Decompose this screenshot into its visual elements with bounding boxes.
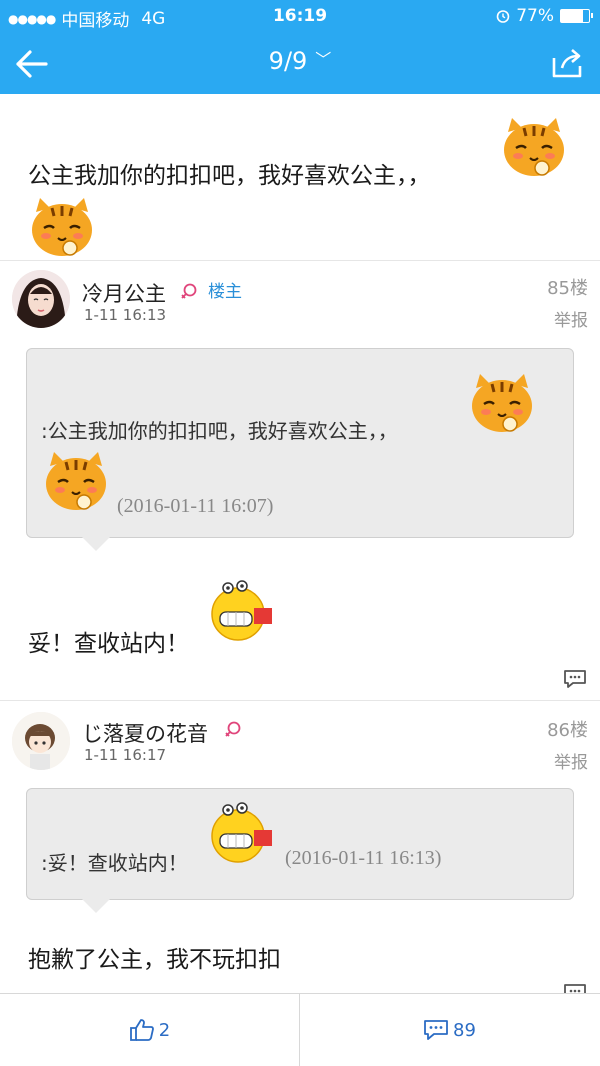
host-badge: 楼主 (208, 282, 242, 302)
share-icon[interactable] (548, 44, 586, 82)
post-time: 1-11 16:17 (84, 746, 167, 764)
reply-comment-icon[interactable] (562, 668, 588, 690)
tiger-emoji-icon (504, 118, 564, 176)
post-text: 公主我加你的扣扣吧，我好喜欢公主，， (28, 163, 431, 189)
quote-text: :妥！查收站内！ (41, 851, 188, 875)
avatar-image (12, 270, 70, 328)
thumbs-up-icon (129, 1019, 154, 1041)
avatar[interactable] (12, 712, 70, 770)
post-text: 抱歉了公主，我不玩扣扣 (28, 947, 281, 973)
comment-count: 89 (453, 1019, 476, 1041)
battery-percent: 77% (516, 6, 554, 26)
female-gender-icon (225, 721, 241, 737)
quote-tail (82, 899, 110, 913)
username[interactable]: 冷月公主 (82, 278, 166, 308)
tiger-emoji-icon (32, 198, 92, 256)
report-link[interactable]: 举报 (554, 748, 588, 773)
tiger-emoji-icon (472, 374, 532, 432)
comment-button[interactable]: 89 (300, 994, 599, 1066)
battery-icon (560, 9, 593, 23)
comment-icon (424, 1020, 448, 1040)
thread-content: 公主我加你的扣扣吧，我好喜欢公主，， 冷月公主 楼主 1-11 16:13 85… (0, 94, 600, 994)
username[interactable]: じ落夏の花音 (82, 718, 208, 748)
post-time: 1-11 16:13 (84, 306, 167, 324)
quote-text: :公主我加你的扣扣吧，我好喜欢公主，， (41, 419, 398, 443)
divider (0, 700, 600, 701)
tiger-emoji-icon (46, 452, 106, 510)
avatar[interactable] (12, 270, 70, 328)
alarm-icon (496, 10, 510, 23)
floor-number: 85楼 (547, 278, 588, 299)
status-right: 77% (496, 6, 593, 26)
nav-bar: 9/9 ﹀ (0, 32, 600, 94)
page-indicator[interactable]: 9/9 ﹀ (0, 46, 600, 75)
quote-date: (2016-01-11 16:13) (285, 847, 442, 869)
floor-number: 86楼 (547, 720, 588, 741)
battery-fill (561, 10, 583, 22)
grin-emoji-icon (211, 580, 272, 641)
quote-date: (2016-01-11 16:07) (117, 495, 274, 517)
quote-box: :妥！查收站内！ (2016-01-11 16:13) (26, 788, 574, 900)
status-bar: ●●●●● 中国移动 4G 16:19 77% (0, 0, 600, 32)
quote-tail (82, 537, 110, 551)
post-text: 妥！查收站内！ (28, 631, 189, 657)
female-gender-icon (181, 283, 197, 299)
avatar-image (12, 712, 70, 770)
grin-emoji-icon (211, 802, 272, 863)
like-button[interactable]: 2 (0, 994, 299, 1066)
like-count: 2 (158, 1019, 171, 1041)
page-indicator-label: 9/9 (268, 47, 308, 75)
chevron-down-icon: ﹀ (315, 50, 332, 69)
report-link[interactable]: 举报 (554, 306, 588, 331)
divider (0, 260, 600, 261)
bottom-bar: 2 89 (0, 993, 600, 1066)
